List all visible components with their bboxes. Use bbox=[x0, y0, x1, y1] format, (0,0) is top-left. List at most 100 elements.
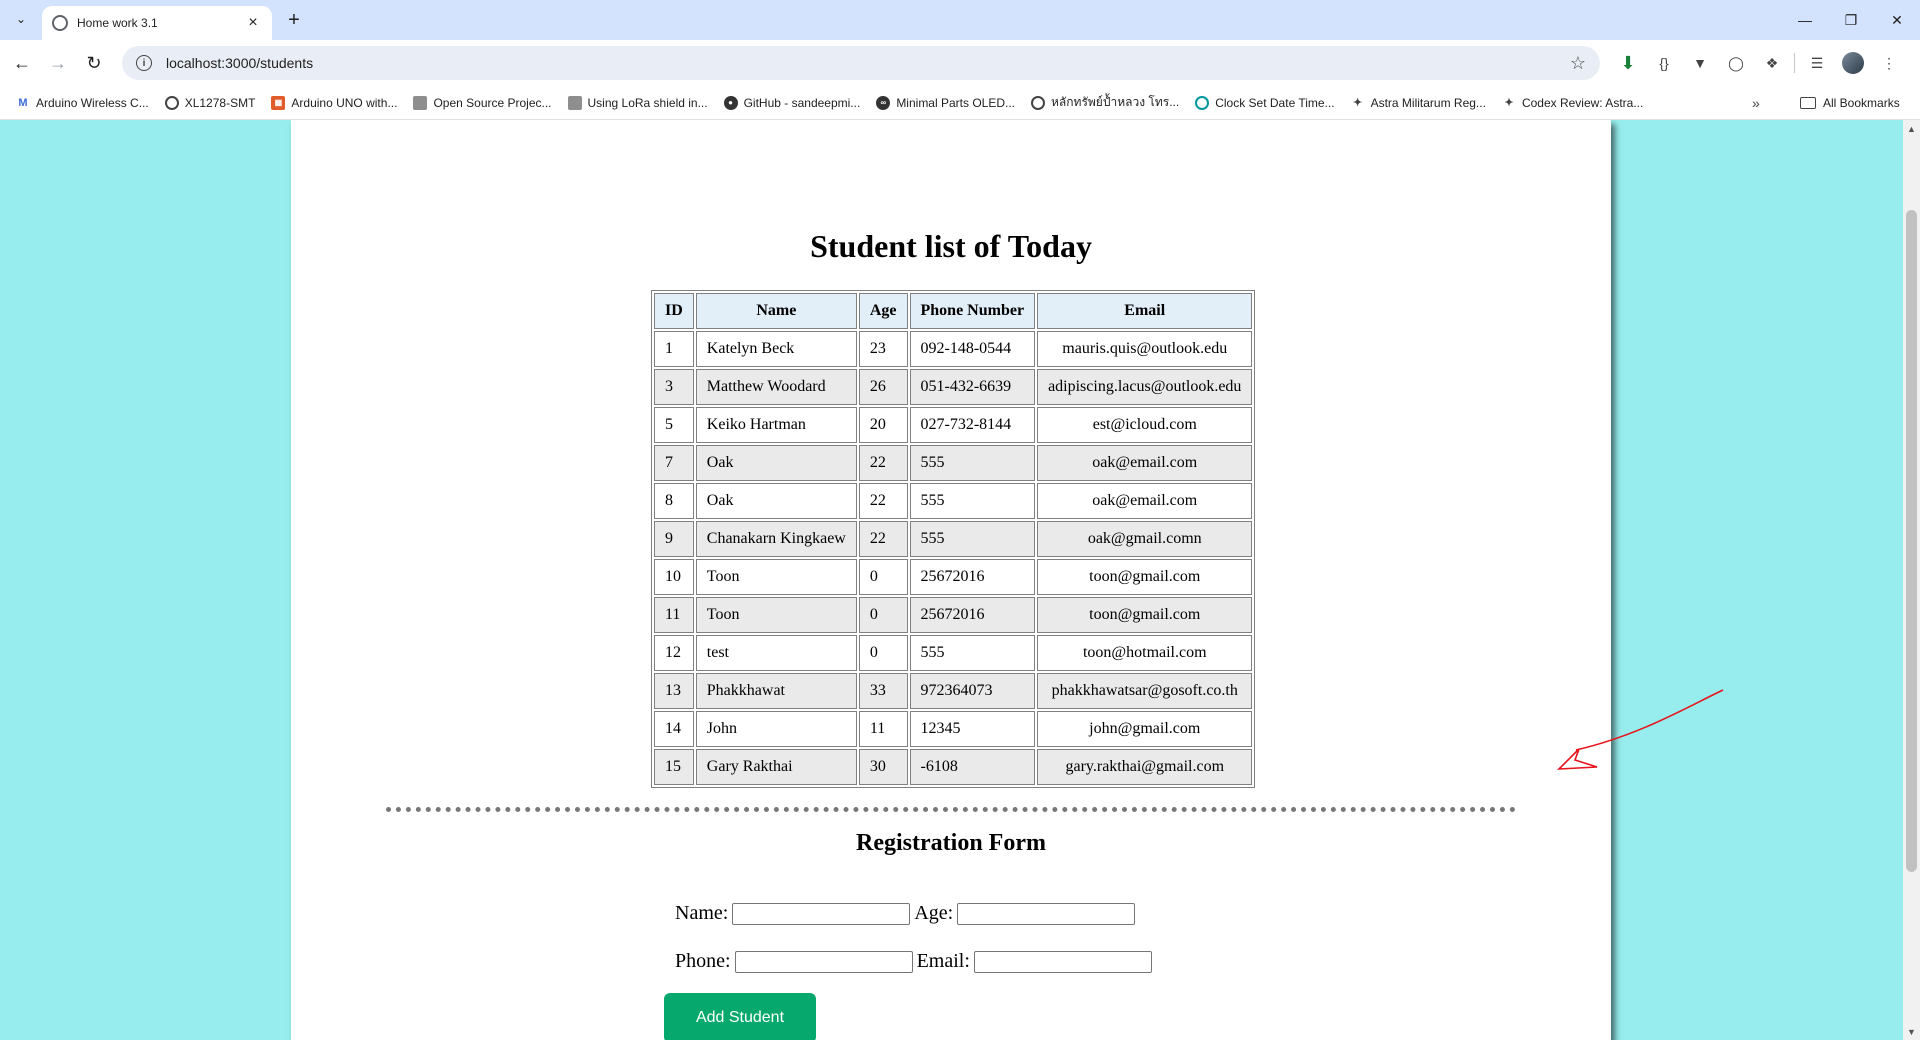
red-arrow-annotation bbox=[1556, 689, 1724, 770]
bookmark-star-icon[interactable]: ☆ bbox=[1570, 53, 1586, 74]
cell-id: 14 bbox=[654, 711, 694, 747]
bookmark-item[interactable]: Open Source Projec... bbox=[405, 89, 559, 117]
phone-input[interactable] bbox=[734, 950, 913, 973]
close-window-icon[interactable]: ✕ bbox=[1874, 0, 1920, 40]
tab-search-button[interactable]: ⌄ bbox=[8, 6, 34, 32]
close-tab-icon[interactable]: × bbox=[244, 14, 262, 32]
cell-phone: 555 bbox=[909, 483, 1036, 519]
cell-age: 26 bbox=[858, 369, 908, 405]
name-input[interactable] bbox=[732, 902, 911, 925]
grid-icon bbox=[413, 95, 428, 110]
age-input[interactable] bbox=[957, 902, 1136, 925]
bookmark-label: XL1278-SMT bbox=[184, 95, 256, 110]
email-input[interactable] bbox=[973, 950, 1152, 973]
astra-icon: ✦ bbox=[1352, 97, 1363, 109]
bookmark-item[interactable]: ✦ Codex Review: Astra... bbox=[1494, 89, 1651, 117]
cell-age: 0 bbox=[858, 597, 908, 633]
cell-name: Oak bbox=[695, 445, 857, 481]
cell-phone: 555 bbox=[909, 635, 1036, 671]
page-title: Student list of Today bbox=[810, 228, 1092, 264]
cell-age: 22 bbox=[858, 521, 908, 557]
bookmark-item[interactable]: ✦ Astra Militarum Reg... bbox=[1343, 89, 1494, 117]
cell-name: Oak bbox=[695, 483, 857, 519]
table-row: 12 test 0 555 toon@hotmail.com bbox=[654, 635, 1253, 671]
url-text[interactable]: localhost:3000/students bbox=[166, 55, 1570, 71]
bookmark-item[interactable]: ▦ Arduino UNO with... bbox=[263, 89, 405, 117]
puzzle-extensions-icon[interactable]: ❖ bbox=[1754, 49, 1790, 77]
table-row: 8 Oak 22 555 oak@email.com bbox=[654, 483, 1253, 519]
menu-kebab-icon[interactable]: ⋮ bbox=[1871, 49, 1907, 77]
cell-phone: 25672016 bbox=[909, 597, 1036, 633]
cell-id: 10 bbox=[654, 559, 694, 595]
more-bookmarks-chevron-icon[interactable]: » bbox=[1752, 95, 1760, 111]
minimize-icon[interactable]: — bbox=[1782, 0, 1828, 40]
age-label: Age: bbox=[914, 902, 954, 924]
astra-icon: ✦ bbox=[1504, 97, 1514, 109]
cell-age: 23 bbox=[858, 331, 908, 367]
arduino-icon bbox=[1195, 95, 1210, 110]
table-row: 1 Katelyn Beck 23 092-148-0544 mauris.quis@o… bbox=[654, 331, 1253, 367]
cell-age: 11 bbox=[858, 711, 908, 747]
extensions-area: ⬇ {} ▼ ◯ ❖ ☰ ⋮ bbox=[1610, 49, 1907, 77]
reading-list-icon[interactable]: ☰ bbox=[1799, 49, 1835, 77]
cell-age: 33 bbox=[858, 673, 908, 709]
students-table: ID Name Age Phone Number Email 1 Katelyn … bbox=[651, 290, 1256, 788]
gmail-icon: M bbox=[18, 96, 28, 109]
extension-circle-icon[interactable]: ◯ bbox=[1718, 49, 1754, 77]
table-row: 15 Gary Rakthai 30 -6108 gary.rakthai@gmail.… bbox=[654, 749, 1253, 785]
globe-icon bbox=[1031, 95, 1046, 110]
scroll-up-arrow-icon[interactable]: ▲ bbox=[1903, 120, 1920, 137]
table-row: 3 Matthew Woodard 26 051-432-6639 adipiscing… bbox=[654, 369, 1253, 405]
add-student-button[interactable]: Add Student bbox=[664, 993, 816, 1040]
site-info-icon[interactable]: i bbox=[136, 55, 152, 71]
form-title: Registration Form bbox=[856, 830, 1046, 856]
phone-label: Phone: bbox=[675, 950, 731, 972]
restore-icon[interactable]: ❐ bbox=[1828, 0, 1874, 40]
avatar bbox=[1842, 52, 1864, 74]
cell-phone: 555 bbox=[909, 521, 1036, 557]
bookmark-item[interactable]: Using LoRa shield in... bbox=[560, 89, 716, 117]
vue-extension-icon[interactable]: ▼ bbox=[1682, 49, 1718, 77]
cell-email: toon@hotmail.com bbox=[1037, 635, 1253, 671]
forward-arrow-icon[interactable]: → bbox=[44, 49, 72, 77]
cell-email: adipiscing.lacus@outlook.edu bbox=[1037, 369, 1253, 405]
json-extension-icon[interactable]: {} bbox=[1646, 49, 1682, 77]
bookmark-item[interactable]: ∞ Minimal Parts OLED... bbox=[868, 89, 1023, 117]
address-bar[interactable]: i localhost:3000/students ☆ bbox=[122, 46, 1600, 80]
bookmark-item[interactable]: หลักทรัพย์ป้ำหลวง โทร... bbox=[1023, 89, 1187, 117]
bookmark-item[interactable]: ● GitHub - sandeepmi... bbox=[716, 89, 869, 117]
back-arrow-icon[interactable]: ← bbox=[8, 49, 36, 77]
bookmark-label: Astra Militarum Reg... bbox=[1370, 95, 1486, 110]
active-tab[interactable]: Home work 3.1 × bbox=[42, 6, 272, 40]
cell-email: oak@email.com bbox=[1037, 445, 1253, 481]
new-tab-button[interactable]: + bbox=[280, 6, 308, 34]
reload-icon[interactable]: ↻ bbox=[80, 49, 108, 77]
cell-name: Matthew Woodard bbox=[695, 369, 857, 405]
browser-toolbar: ← → ↻ i localhost:3000/students ☆ ⬇ {} ▼… bbox=[0, 40, 1920, 86]
header-id: ID bbox=[654, 293, 694, 329]
form-row-phone-email: Phone: Email: bbox=[675, 950, 1156, 973]
cell-age: 30 bbox=[858, 749, 908, 785]
cell-age: 20 bbox=[858, 407, 908, 443]
download-arrow-icon[interactable]: ⬇ bbox=[1610, 49, 1646, 77]
vertical-scrollbar[interactable]: ▲ ▼ bbox=[1903, 120, 1920, 1040]
github-icon: ● bbox=[723, 95, 738, 110]
profile-button[interactable] bbox=[1835, 49, 1871, 77]
scroll-down-arrow-icon[interactable]: ▼ bbox=[1903, 1023, 1920, 1040]
bookmark-item[interactable]: XL1278-SMT bbox=[157, 89, 264, 117]
dotted-divider bbox=[386, 807, 1516, 812]
table-row: 10 Toon 0 25672016 toon@gmail.com bbox=[654, 559, 1253, 595]
all-bookmarks-button[interactable]: All Bookmarks bbox=[1800, 96, 1900, 110]
globe-icon bbox=[164, 95, 179, 110]
bookmark-item[interactable]: M Arduino Wireless C... bbox=[8, 89, 157, 117]
name-label: Name: bbox=[675, 902, 729, 924]
cell-age: 0 bbox=[858, 559, 908, 595]
cell-phone: 051-432-6639 bbox=[909, 369, 1036, 405]
header-email: Email bbox=[1037, 293, 1253, 329]
scrollbar-thumb[interactable] bbox=[1906, 210, 1917, 872]
cell-name: John bbox=[695, 711, 857, 747]
header-phone: Phone Number bbox=[909, 293, 1036, 329]
window-controls: — ❐ ✕ bbox=[1782, 0, 1920, 40]
cell-phone: 972364073 bbox=[909, 673, 1036, 709]
bookmark-item[interactable]: Clock Set Date Time... bbox=[1187, 89, 1342, 117]
